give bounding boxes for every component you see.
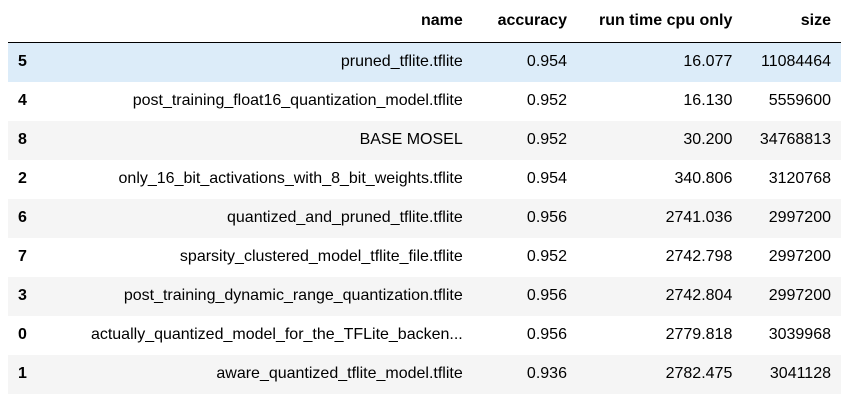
row-accuracy: 0.954 xyxy=(526,53,567,71)
table-row[interactable]: 2 only_16_bit_activations_with_8_bit_wei… xyxy=(8,159,841,199)
row-size: 2997200 xyxy=(768,209,831,226)
name-column-header: name xyxy=(43,0,473,43)
row-index: 5 xyxy=(18,53,27,71)
row-size: 3120768 xyxy=(768,170,831,187)
header-row: name accuracy run time cpu only size xyxy=(8,0,841,43)
row-size: 2997200 xyxy=(768,287,831,304)
row-run-time: 340.806 xyxy=(674,170,733,187)
table-row[interactable]: 5 pruned_tflite.tflite 0.954 16.077 1108… xyxy=(8,42,841,82)
row-accuracy: 0.956 xyxy=(526,287,567,304)
row-index: 0 xyxy=(18,326,27,343)
row-index: 1 xyxy=(18,365,27,382)
row-run-time: 30.200 xyxy=(683,131,733,148)
accuracy-column-header: accuracy xyxy=(472,0,577,43)
row-run-time: 16.077 xyxy=(683,53,733,71)
table-row[interactable]: 3 post_training_dynamic_range_quantizati… xyxy=(8,276,841,316)
table-row[interactable]: 6 quantized_and_pruned_tflite.tflite 0.9… xyxy=(8,198,841,238)
dataframe-output: name accuracy run time cpu only size 5 p… xyxy=(0,0,841,394)
row-index: 2 xyxy=(18,170,27,187)
row-name: post_training_dynamic_range_quantization… xyxy=(123,287,463,304)
row-accuracy: 0.952 xyxy=(526,92,567,109)
row-run-time: 2779.818 xyxy=(665,326,733,343)
row-index: 7 xyxy=(18,248,27,265)
table-body: 5 pruned_tflite.tflite 0.954 16.077 1108… xyxy=(8,42,841,394)
row-accuracy: 0.954 xyxy=(526,170,567,187)
table-row[interactable]: 7 sparsity_clustered_model_tflite_file.t… xyxy=(8,237,841,277)
row-accuracy: 0.952 xyxy=(526,131,567,148)
row-size: 34768813 xyxy=(759,131,831,148)
row-name: only_16_bit_activations_with_8_bit_weigh… xyxy=(118,170,463,187)
row-run-time: 2741.036 xyxy=(665,209,733,226)
row-index: 8 xyxy=(18,131,27,148)
row-index: 3 xyxy=(18,287,27,304)
table-header: name accuracy run time cpu only size xyxy=(8,0,841,43)
table-row[interactable]: 0 actually_quantized_model_for_the_TFLit… xyxy=(8,315,841,355)
row-name: post_training_float16_quantization_model… xyxy=(132,92,463,109)
table-row[interactable]: 4 post_training_float16_quantization_mod… xyxy=(8,81,841,121)
dataframe-table: name accuracy run time cpu only size 5 p… xyxy=(8,0,841,394)
row-name: quantized_and_pruned_tflite.tflite xyxy=(227,209,463,226)
row-size: 3041128 xyxy=(769,365,831,382)
row-size: 2997200 xyxy=(768,248,831,265)
row-name: BASE MOSEL xyxy=(359,131,463,148)
row-name: pruned_tflite.tflite xyxy=(340,53,463,71)
index-column-header xyxy=(8,0,44,43)
row-accuracy: 0.936 xyxy=(526,365,567,382)
row-size: 5559600 xyxy=(768,92,831,109)
row-name: actually_quantized_model_for_the_TFLite_… xyxy=(90,326,463,343)
row-name: aware_quantized_tflite_model.tflite xyxy=(216,365,463,382)
row-size: 11084464 xyxy=(761,53,831,71)
row-size: 3039968 xyxy=(768,326,831,343)
row-run-time: 2742.804 xyxy=(665,287,733,304)
row-accuracy: 0.956 xyxy=(526,326,567,343)
table-row[interactable]: 8 BASE MOSEL 0.952 30.200 34768813 xyxy=(8,120,841,160)
row-name: sparsity_clustered_model_tflite_file.tfl… xyxy=(179,248,463,265)
row-run-time: 16.130 xyxy=(683,92,733,109)
row-accuracy: 0.952 xyxy=(526,248,567,265)
table-row[interactable]: 1 aware_quantized_tflite_model.tflite 0.… xyxy=(8,354,841,394)
row-index: 4 xyxy=(18,92,27,109)
row-accuracy: 0.956 xyxy=(526,209,567,226)
row-run-time: 2782.475 xyxy=(665,365,733,382)
row-run-time: 2742.798 xyxy=(665,248,733,265)
row-index: 6 xyxy=(18,209,27,226)
run-time-column-header: run time cpu only xyxy=(576,0,743,43)
size-column-header: size xyxy=(742,0,841,43)
